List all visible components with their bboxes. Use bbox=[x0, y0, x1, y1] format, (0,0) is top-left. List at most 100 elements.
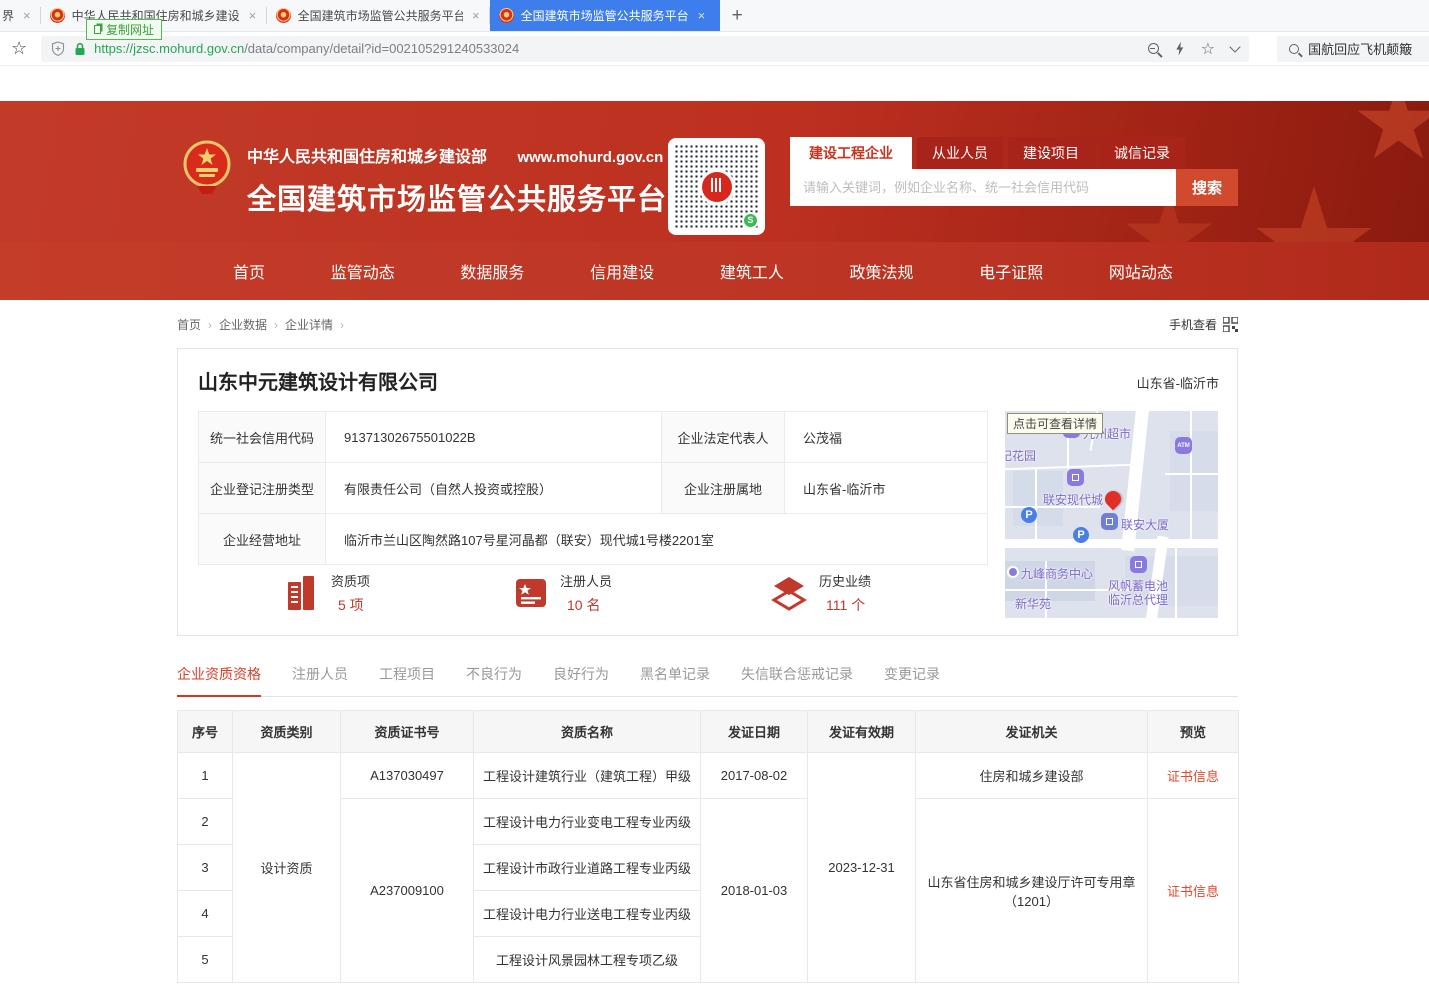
certificate-info-link[interactable]: 证书信息 bbox=[1167, 884, 1219, 899]
close-icon[interactable]: × bbox=[249, 8, 257, 23]
nav-item-home[interactable]: 首页 bbox=[233, 259, 265, 283]
tab-dishonesty-records[interactable]: 失信联合惩戒记录 bbox=[741, 664, 853, 696]
tab-good-behavior[interactable]: 良好行为 bbox=[553, 664, 609, 696]
parking-icon: P bbox=[1073, 527, 1089, 543]
cert-no-cell: A137030497 bbox=[341, 753, 474, 799]
wechat-icon: S bbox=[742, 212, 759, 229]
toolbar-search-box[interactable]: 国航回应飞机颠簸 bbox=[1277, 36, 1429, 62]
search-icon bbox=[1289, 44, 1299, 54]
col-qual-name: 资质名称 bbox=[474, 711, 701, 753]
col-validity: 发证有效期 bbox=[808, 711, 916, 753]
mobile-view-control[interactable]: 手机查看 bbox=[1169, 316, 1238, 333]
tab-projects[interactable]: 工程项目 bbox=[379, 664, 435, 696]
zoom-out-icon[interactable] bbox=[1148, 43, 1159, 54]
tab-enterprise-qualifications[interactable]: 企业资质资格 bbox=[177, 664, 261, 697]
category-cell: 设计资质 bbox=[233, 753, 341, 983]
credit-code-label: 统一社会信用代码 bbox=[199, 412, 326, 463]
stat-value: 111 个 bbox=[819, 595, 871, 615]
building-marker-icon bbox=[1067, 469, 1084, 486]
search-tab-credit-records[interactable]: 诚信记录 bbox=[1099, 137, 1185, 169]
credit-code-value: 91371302675501022B bbox=[326, 412, 662, 463]
tab-bad-behavior[interactable]: 不良行为 bbox=[466, 664, 522, 696]
star-decoration bbox=[1254, 186, 1374, 242]
keyword-search-input[interactable] bbox=[790, 169, 1176, 206]
reg-type-label: 企业登记注册类型 bbox=[199, 463, 326, 514]
authority-line1: 山东省住房和城乡建设厅许可专用章 bbox=[922, 872, 1141, 891]
search-button[interactable]: 搜索 bbox=[1176, 169, 1238, 206]
shield-icon[interactable] bbox=[51, 41, 65, 57]
tab-blacklist[interactable]: 黑名单记录 bbox=[640, 664, 710, 696]
reg-region-label: 企业注册属地 bbox=[662, 463, 785, 514]
nav-item-e-license[interactable]: 电子证照 bbox=[979, 259, 1043, 283]
parking-icon: P bbox=[1021, 507, 1037, 523]
col-authority: 发证机关 bbox=[916, 711, 1148, 753]
nav-item-policy[interactable]: 政策法规 bbox=[850, 259, 914, 283]
map-tooltip: 点击可查看详情 bbox=[1007, 413, 1103, 434]
emblem-favicon bbox=[50, 8, 65, 23]
breadcrumb-company-detail[interactable]: 企业详情 bbox=[285, 316, 333, 333]
stat-registered-personnel[interactable]: 注册人员 10 名 bbox=[513, 571, 612, 615]
seq-cell: 4 bbox=[178, 891, 233, 937]
location-map[interactable]: 点击可查看详情 九州超市 ATM 纪花园 联安现代城 联安大厦 P P 九峰商务… bbox=[1005, 411, 1218, 618]
search-tab-construction-enterprise[interactable]: 建设工程企业 bbox=[790, 137, 912, 169]
breadcrumb-home[interactable]: 首页 bbox=[177, 316, 201, 333]
nav-item-supervision[interactable]: 监管动态 bbox=[331, 259, 395, 283]
seq-cell: 2 bbox=[178, 799, 233, 845]
header-search-module: 建设工程企业 从业人员 建设项目 诚信记录 搜索 bbox=[790, 137, 1238, 206]
address-bar[interactable]: https://jzsc.mohurd.gov.cn/data/company/… bbox=[41, 36, 1249, 62]
copy-url-tooltip: 复制网址 bbox=[86, 19, 162, 40]
qual-name-cell: 工程设计市政行业道路工程专业丙级 bbox=[474, 845, 701, 891]
col-issue-date: 发证日期 bbox=[701, 711, 808, 753]
nav-item-site-news[interactable]: 网站动态 bbox=[1109, 259, 1173, 283]
tower-marker-icon bbox=[1101, 513, 1118, 530]
favorite-star-icon[interactable]: ☆ bbox=[1201, 39, 1215, 59]
stat-historical-performance[interactable]: 历史业绩 111 个 bbox=[770, 571, 871, 615]
flash-icon[interactable] bbox=[1175, 42, 1185, 56]
close-icon[interactable]: × bbox=[698, 8, 706, 23]
browser-toolbar: ☆ https://jzsc.mohurd.gov.cn/data/compan… bbox=[0, 32, 1429, 66]
close-icon[interactable]: × bbox=[472, 8, 480, 23]
breadcrumb-separator: › bbox=[340, 318, 344, 332]
tab-registered-personnel[interactable]: 注册人员 bbox=[292, 664, 348, 696]
stat-qualifications[interactable]: 资质项 5 项 bbox=[284, 571, 370, 615]
authority-cell: 住房和城乡建设部 bbox=[916, 753, 1148, 799]
authority-line2: （1201） bbox=[922, 891, 1141, 910]
address-label: 企业经营地址 bbox=[199, 514, 326, 565]
emblem-favicon bbox=[276, 8, 291, 23]
table-header-row: 序号 资质类别 资质证书号 资质名称 发证日期 发证有效期 发证机关 预览 bbox=[178, 711, 1239, 753]
reg-type-value: 有限责任公司（自然人投资或控股） bbox=[326, 463, 662, 514]
map-label-business-center: 九峰商务中心 bbox=[1021, 565, 1093, 582]
tab-change-records[interactable]: 变更记录 bbox=[884, 664, 940, 696]
company-region: 山东省-临沂市 bbox=[1137, 373, 1219, 392]
tab-label: 全国建筑市场监管公共服务平台 bbox=[521, 7, 689, 24]
bookmark-star-icon[interactable]: ☆ bbox=[11, 38, 27, 59]
nav-item-credit[interactable]: 信用建设 bbox=[590, 259, 654, 283]
new-tab-button[interactable]: + bbox=[720, 0, 755, 31]
issue-date-cell: 2017-08-02 bbox=[701, 753, 808, 799]
chevron-down-icon[interactable] bbox=[1231, 47, 1239, 51]
issue-date-cell: 2018-01-03 bbox=[701, 799, 808, 983]
breadcrumb-company-data[interactable]: 企业数据 bbox=[219, 316, 267, 333]
tab-jzsc-detail-active[interactable]: 全国建筑市场监管公共服务平台 × bbox=[490, 0, 720, 31]
qr-center-logo bbox=[699, 169, 735, 205]
preview-cell: 证书信息 bbox=[1148, 753, 1239, 799]
table-row: 1 设计资质 A137030497 工程设计建筑行业（建筑工程）甲级 2017-… bbox=[178, 753, 1239, 799]
site-header: 中华人民共和国住房和城乡建设部 www.mohurd.gov.cn 全国建筑市场… bbox=[0, 101, 1429, 242]
battery-marker-icon bbox=[1130, 556, 1147, 573]
stat-label: 注册人员 bbox=[560, 571, 612, 590]
layers-icon bbox=[770, 575, 808, 611]
close-icon[interactable]: × bbox=[23, 8, 31, 23]
nav-item-workers[interactable]: 建筑工人 bbox=[720, 259, 784, 283]
tab-partial[interactable]: 界 × bbox=[0, 0, 40, 31]
certificate-info-link[interactable]: 证书信息 bbox=[1167, 769, 1219, 784]
detail-tabs: 企业资质资格 注册人员 工程项目 不良行为 良好行为 黑名单记录 失信联合惩戒记… bbox=[177, 664, 1238, 697]
search-tab-projects[interactable]: 建设项目 bbox=[1008, 137, 1094, 169]
hot-search-text: 国航回应飞机颠簸 bbox=[1308, 39, 1412, 58]
emblem-favicon bbox=[499, 8, 514, 23]
search-tab-practitioners[interactable]: 从业人员 bbox=[917, 137, 1003, 169]
nav-item-data-service[interactable]: 数据服务 bbox=[460, 259, 524, 283]
header-qr-code[interactable]: S bbox=[668, 138, 765, 235]
company-name: 山东中元建筑设计有限公司 bbox=[198, 366, 438, 395]
main-navigation: 首页 监管动态 数据服务 信用建设 建筑工人 政策法规 电子证照 网站动态 bbox=[0, 242, 1429, 300]
tab-jzsc-platform[interactable]: 全国建筑市场监管公共服务平台 × bbox=[267, 0, 489, 31]
